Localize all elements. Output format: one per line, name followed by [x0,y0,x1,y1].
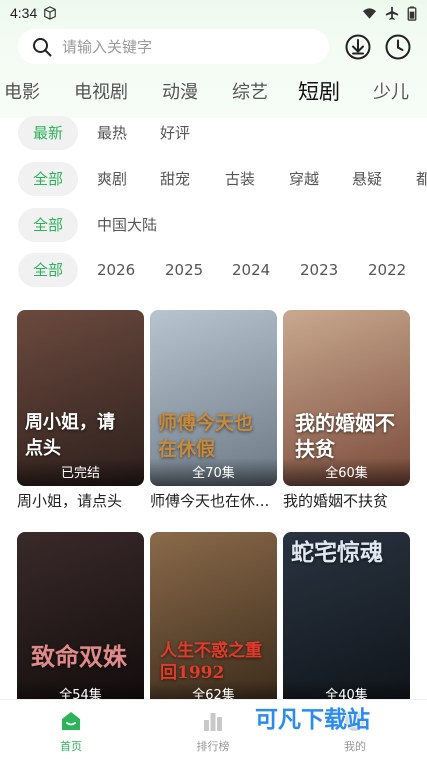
year-filter-row: 全部 2026 2025 2024 2023 2022 [0,253,427,287]
home-icon [62,712,80,730]
cube-icon [44,6,57,20]
nav-ranking-label: 排行榜 [196,740,230,753]
nav-home[interactable]: 首页 [31,710,111,754]
status-icons [362,5,417,21]
search-placeholder: 请输入关键字 [62,38,153,56]
episode-badge: 全60集 [283,458,410,486]
drama-poster[interactable]: 师傅今天也在休假 全70集 [150,310,277,486]
filter-genre-thrill[interactable]: 爽剧 [82,162,142,196]
header: 请输入关键字 电影 电视剧 动漫 综艺 短剧 少儿 [0,26,427,118]
filter-genre-time-travel[interactable]: 穿越 [274,162,334,196]
status-time: 4:34 [10,5,38,21]
drama-card[interactable]: 蛇宅惊魂 全40集 [283,532,410,708]
download-button[interactable] [345,34,371,60]
filter-year-2022[interactable]: 2022 [353,253,421,287]
tab-tv-series[interactable]: 电视剧 [74,78,128,104]
bar-chart-icon [204,713,222,731]
poster-title-art: 我的婚姻不扶贫 [295,411,395,461]
drama-card[interactable]: 周小姐，请点头 已完结 周小姐，请点头 [17,310,144,511]
drama-title[interactable]: 我的婚姻不扶贫 [283,490,410,511]
poster-title-art: 周小姐，请点头 [25,412,115,459]
drama-poster[interactable]: 我的婚姻不扶贫 全60集 [283,310,410,486]
filter-year-2025[interactable]: 2025 [150,253,218,287]
nav-home-label: 首页 [60,740,82,753]
filter-genre-mystery[interactable]: 悬疑 [337,162,397,196]
tab-movie[interactable]: 电影 [4,78,40,104]
drama-card[interactable]: 我的婚姻不扶贫 全60集 我的婚姻不扶贫 [283,310,410,511]
drama-title[interactable]: 师傅今天也在休... [150,490,277,511]
poster-title-art: 致命双姝 [31,642,127,671]
airplane-icon [385,6,399,20]
sort-filter-row: 最新 最热 好评 [0,116,427,150]
download-icon [345,34,371,60]
filter-sort-hot[interactable]: 最热 [82,116,142,150]
drama-poster[interactable]: 致命双姝 全54集 [17,532,144,708]
drama-poster[interactable]: 蛇宅惊魂 全40集 [283,532,410,708]
history-button[interactable] [385,34,411,60]
filter-year-2024[interactable]: 2024 [217,253,285,287]
drama-poster[interactable]: 周小姐，请点头 已完结 [17,310,144,486]
drama-title[interactable]: 周小姐，请点头 [17,490,144,511]
poster-title-art: 师傅今天也在休假 [158,412,254,460]
region-filter-row: 全部 中国大陆 [0,208,427,242]
drama-card[interactable]: 致命双姝 全54集 [17,532,144,708]
episode-badge: 已完结 [17,458,144,486]
wifi-icon [362,7,377,19]
filter-year-2023[interactable]: 2023 [285,253,353,287]
drama-card[interactable]: 人生不惑之重回1992 全62集 [150,532,277,708]
tab-short-drama[interactable]: 短剧 [298,76,340,106]
filter-region-all[interactable]: 全部 [18,208,79,242]
filter-genre-sweet[interactable]: 甜宠 [145,162,205,196]
tab-variety[interactable]: 综艺 [232,78,268,104]
filter-genre-costume[interactable]: 古装 [210,162,270,196]
tab-kids[interactable]: 少儿 [373,78,409,104]
filter-year-2026[interactable]: 2026 [82,253,150,287]
filter-genre-all[interactable]: 全部 [18,162,79,196]
status-bar: 4:34 [0,0,427,26]
tab-anime[interactable]: 动漫 [162,78,198,104]
nav-ranking[interactable]: 排行榜 [173,710,253,754]
filter-year-all[interactable]: 全部 [18,253,79,287]
episode-badge: 全70集 [150,458,277,486]
filter-genre-urban[interactable]: 都 [401,162,427,196]
poster-title-art: 人生不惑之重回1992 [160,641,262,683]
nav-profile-label: 我的 [344,740,366,753]
clock-icon [385,34,411,60]
filter-sort-latest[interactable]: 最新 [18,116,79,150]
search-icon [33,37,52,56]
filter-sort-rating[interactable]: 好评 [145,116,205,150]
battery-icon [407,5,417,21]
drama-poster[interactable]: 人生不惑之重回1992 全62集 [150,532,277,708]
drama-card[interactable]: 师傅今天也在休假 全70集 师傅今天也在休... [150,310,277,511]
watermark-text: 可凡下载站 [255,707,370,733]
category-tabs: 电影 电视剧 动漫 综艺 短剧 少儿 [0,76,427,106]
genre-filter-row: 全部 爽剧 甜宠 古装 穿越 悬疑 都 [0,162,427,196]
filter-region-mainland[interactable]: 中国大陆 [82,208,172,242]
poster-title-art: 蛇宅惊魂 [291,539,383,566]
search-input[interactable]: 请输入关键字 [18,29,329,64]
